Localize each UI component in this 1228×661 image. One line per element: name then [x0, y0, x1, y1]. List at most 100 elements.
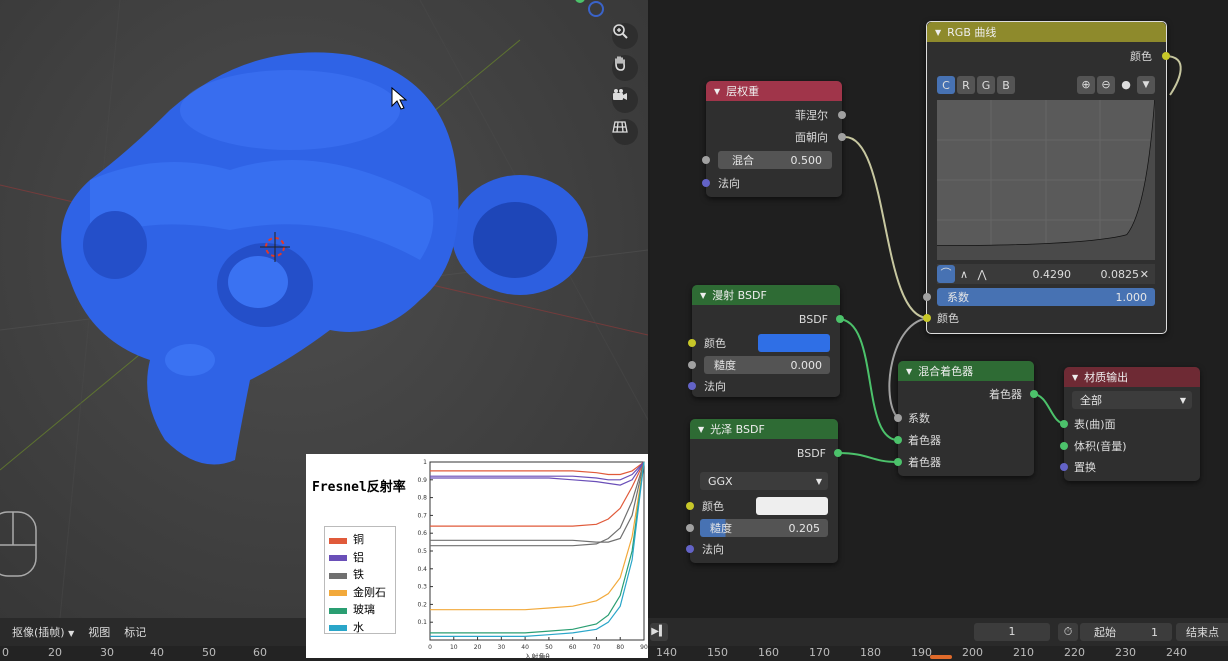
- menu-label: 抠像(插帧): [12, 626, 65, 639]
- target-select[interactable]: 全部 ▼: [1072, 391, 1192, 409]
- x-tick-label: 10: [450, 644, 458, 651]
- socket-roughness[interactable]: [688, 361, 696, 369]
- point-x-field[interactable]: 0.4290: [999, 268, 1072, 281]
- handle-auto-icon[interactable]: ⌒: [937, 265, 955, 283]
- chevron-down-icon[interactable]: ▼: [1137, 76, 1155, 94]
- roughness-field[interactable]: 糙度 0.205: [700, 519, 828, 537]
- tab-channel-b[interactable]: B: [997, 76, 1015, 94]
- node-mix-shader[interactable]: ▼ 混合着色器 着色器 系数 着色器 着色器: [894, 361, 1038, 476]
- field-value: 1.000: [1115, 290, 1148, 304]
- node-header[interactable]: ▼ 材质输出: [1064, 367, 1200, 387]
- node-material-output[interactable]: ▼ 材质输出 全部 ▼ 表(曲)面 体积(音量) 置换: [1060, 367, 1200, 481]
- zoom-out-icon[interactable]: ⊖: [1097, 76, 1115, 94]
- jump-end-icon[interactable]: ▶▍: [650, 623, 668, 641]
- node-header[interactable]: ▼ RGB 曲线: [927, 22, 1166, 42]
- keying-menu[interactable]: 抠像(插帧) ▼: [12, 624, 74, 640]
- roughness-field[interactable]: 糙度 0.000: [704, 356, 830, 374]
- x-tick-label: 90: [640, 644, 648, 651]
- playhead-marker[interactable]: [930, 655, 952, 659]
- tab-channel-r[interactable]: R: [957, 76, 975, 94]
- handle-vector-icon[interactable]: ∧: [955, 268, 973, 281]
- node-header[interactable]: ▼ 漫射 BSDF: [692, 285, 840, 305]
- y-tick-label: 0.7: [417, 512, 427, 519]
- chevron-down-icon[interactable]: ▼: [698, 425, 704, 434]
- socket-displacement[interactable]: [1060, 463, 1068, 471]
- legend-entry: 玻璃: [329, 601, 375, 617]
- color-swatch[interactable]: [758, 334, 830, 352]
- point-y-field[interactable]: 0.0825: [1071, 268, 1140, 281]
- socket-color[interactable]: [686, 502, 694, 510]
- node-header[interactable]: ▼ 层权重: [706, 81, 842, 101]
- socket-label: 置换: [1074, 461, 1096, 474]
- marker-menu[interactable]: 标记: [124, 624, 146, 640]
- socket-label: 着色器: [908, 434, 941, 447]
- hand-icon[interactable]: [612, 55, 638, 81]
- curve-graph[interactable]: [936, 99, 1156, 260]
- socket-shader-2[interactable]: [894, 458, 902, 466]
- socket-shader-1[interactable]: [894, 436, 902, 444]
- end-frame-field[interactable]: 结束点: [1176, 623, 1228, 641]
- socket-normal[interactable]: [688, 382, 696, 390]
- tab-label: C: [942, 78, 950, 92]
- chevron-down-icon[interactable]: ▼: [700, 291, 706, 300]
- socket-color-in[interactable]: [923, 314, 931, 322]
- color-swatch[interactable]: [756, 497, 828, 515]
- node-header[interactable]: ▼ 混合着色器: [898, 361, 1034, 381]
- socket-factor[interactable]: [923, 293, 931, 301]
- shader-node-editor[interactable]: ▼ 层权重 菲涅尔 面朝向 混合 0.500 法向 ▼ RGB 曲线 颜色 C R G…: [650, 0, 1228, 618]
- socket-facing[interactable]: [838, 133, 846, 141]
- node-header[interactable]: ▼ 光泽 BSDF: [690, 419, 838, 439]
- node-rgb-curves[interactable]: ▼ RGB 曲线 颜色 C R G B ⊕ ⊖ ● ▼ ⌒ ∧ ⋀ 0.4290…: [923, 21, 1170, 334]
- field-label: 混合: [732, 154, 754, 167]
- legend-entry: 铜: [329, 531, 364, 547]
- chevron-down-icon[interactable]: ▼: [906, 367, 912, 376]
- node-glossy-bsdf[interactable]: ▼ 光泽 BSDF BSDF GGX ▼ 颜色 糙度 0.205 法向: [686, 419, 842, 563]
- socket-color[interactable]: [688, 339, 696, 347]
- chevron-down-icon[interactable]: ▼: [1072, 373, 1078, 382]
- socket-bsdf[interactable]: [834, 449, 842, 457]
- node-layer-weight[interactable]: ▼ 层权重 菲涅尔 面朝向 混合 0.500 法向: [702, 81, 846, 197]
- factor-slider[interactable]: 系数 1.000: [937, 288, 1155, 306]
- chevron-down-icon[interactable]: ▼: [714, 87, 720, 96]
- zoom-in-icon[interactable]: ⊕: [1077, 76, 1095, 94]
- handle-free-icon[interactable]: ⋀: [973, 268, 991, 281]
- suzanne-mesh: [61, 52, 588, 465]
- close-icon[interactable]: ✕: [1140, 268, 1149, 281]
- distribution-select[interactable]: GGX ▼: [700, 472, 828, 490]
- socket-normal[interactable]: [702, 179, 710, 187]
- socket-label: 法向: [702, 543, 724, 556]
- ruler-tick: 0: [2, 646, 9, 659]
- legend-swatch: [329, 572, 347, 576]
- series-line-铜: [430, 461, 645, 476]
- zoom-icon[interactable]: [612, 23, 638, 49]
- timeline-menus: 抠像(插帧) ▼ 视图 标记: [12, 624, 146, 640]
- socket-roughness[interactable]: [686, 524, 694, 532]
- socket-color-out[interactable]: [1162, 52, 1170, 60]
- socket-normal[interactable]: [686, 545, 694, 553]
- output-color: 颜色: [927, 46, 1166, 66]
- tab-channel-g[interactable]: G: [977, 76, 995, 94]
- mouse-hint-icon: [0, 511, 37, 577]
- legend-label: 铝: [353, 550, 364, 564]
- socket-volume[interactable]: [1060, 442, 1068, 450]
- ruler-tick: 180: [860, 646, 881, 659]
- node-diffuse-bsdf[interactable]: ▼ 漫射 BSDF BSDF 颜色 糙度 0.000 法向: [688, 285, 844, 397]
- socket-shader-out[interactable]: [1030, 390, 1038, 398]
- curve-dot-icon[interactable]: ●: [1117, 76, 1135, 94]
- tab-channel-c[interactable]: C: [937, 76, 955, 94]
- socket-fresnel[interactable]: [838, 111, 846, 119]
- y-tick-label: 0.2: [417, 601, 427, 608]
- socket-blend[interactable]: [702, 156, 710, 164]
- socket-surface[interactable]: [1060, 420, 1068, 428]
- stopwatch-icon[interactable]: ⏱: [1058, 623, 1078, 641]
- chevron-down-icon[interactable]: ▼: [935, 28, 941, 37]
- socket-factor[interactable]: [894, 414, 902, 422]
- start-frame-field[interactable]: 起始 1: [1080, 623, 1172, 641]
- camera-icon[interactable]: [612, 87, 638, 113]
- view-menu[interactable]: 视图: [88, 624, 110, 640]
- current-frame-field[interactable]: 1: [974, 623, 1050, 641]
- socket-bsdf[interactable]: [836, 315, 844, 323]
- node-title: 光泽 BSDF: [710, 423, 765, 436]
- blend-field[interactable]: 混合 0.500: [718, 151, 832, 169]
- grid-icon[interactable]: [612, 119, 638, 145]
